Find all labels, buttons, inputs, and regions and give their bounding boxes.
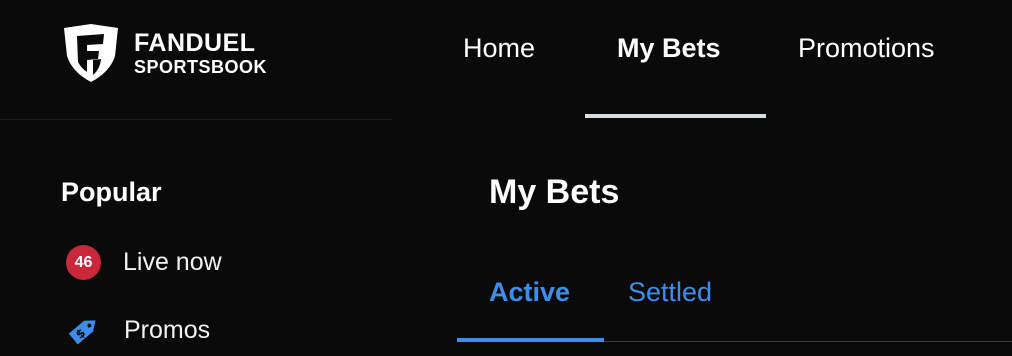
sidebar-item-promos[interactable]: $ Promos xyxy=(66,312,210,348)
tab-active[interactable]: Active xyxy=(489,277,570,308)
nav-my-bets[interactable]: My Bets xyxy=(617,33,721,64)
nav-promotions[interactable]: Promotions xyxy=(798,33,935,64)
sidebar-item-label: Live now xyxy=(123,248,222,276)
tab-settled[interactable]: Settled xyxy=(628,277,712,308)
sidebar-item-live-now[interactable]: 46 Live now xyxy=(66,245,222,280)
page-title: My Bets xyxy=(489,173,620,211)
nav-active-indicator xyxy=(585,114,766,118)
tab-active-indicator xyxy=(457,338,604,342)
top-navigation: Home My Bets Promotions xyxy=(0,0,1012,120)
sidebar-heading: Popular xyxy=(61,177,162,207)
sidebar-item-label: Promos xyxy=(124,315,211,344)
live-count-badge: 46 xyxy=(66,245,101,280)
nav-home[interactable]: Home xyxy=(463,33,535,64)
sidebar-divider xyxy=(0,119,392,120)
price-tag-icon: $ xyxy=(66,312,102,348)
